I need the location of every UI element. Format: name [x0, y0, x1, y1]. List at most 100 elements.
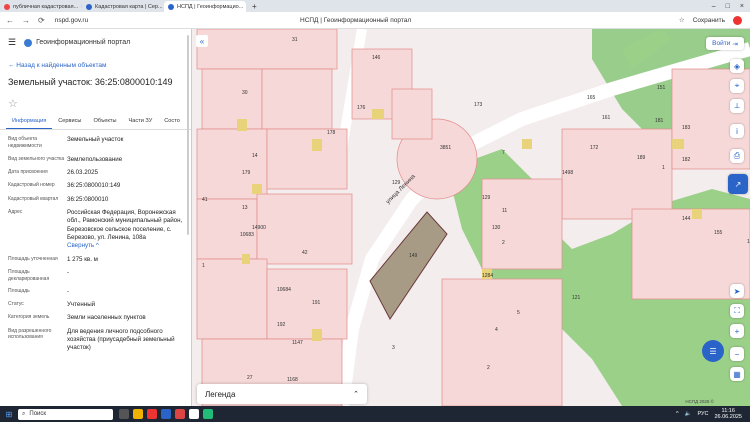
browser-profile-icon[interactable] [733, 15, 742, 25]
url-field[interactable]: nspd.gov.ru [55, 17, 88, 24]
legend-panel[interactable]: Легенда ⌃ [197, 384, 367, 404]
back-icon[interactable]: ← [6, 16, 14, 25]
plot-number-label: 146 [372, 55, 381, 61]
clock[interactable]: 11:16 26.06.2025 [714, 408, 742, 420]
edge-icon[interactable] [161, 409, 171, 419]
plot-number-label: 183 [682, 125, 691, 131]
attributes-list: Вид объекта недвижимости Земельный участо… [0, 130, 191, 353]
plot-number-label: 173 [474, 102, 483, 108]
minimize-icon[interactable]: – [712, 3, 716, 10]
attribute-value: Земельный участок [67, 136, 124, 143]
attribute-value: - [67, 287, 70, 295]
map-canvas[interactable]: улица Ленина 313014617617817914134114900… [192, 29, 750, 406]
reload-icon[interactable]: ⟳ [38, 16, 45, 25]
browser-tab[interactable]: Кадастровая карта | Сер...× [82, 1, 164, 12]
plot-number-label: 179 [242, 170, 251, 176]
windows-start-icon[interactable]: ⊞ [0, 410, 18, 419]
tab-favicon-icon [4, 3, 10, 10]
tab-parts[interactable]: Части ЗУ [123, 118, 159, 129]
attribute-row: Вид объекта недвижимости Земельный участо… [8, 136, 183, 150]
object-title: Земельный участок: 36:25:0800010:149 [8, 77, 173, 87]
plot-number-label: 7 [502, 150, 505, 156]
plot-number-label: 191 [312, 300, 321, 306]
plot-number-label: 144 [682, 216, 691, 222]
window-controls: – □ × [712, 3, 750, 10]
attribute-row: Площадь декларированная - [8, 269, 183, 283]
chat-icon[interactable]: ☰ [702, 340, 724, 362]
tab-information[interactable]: Информация [6, 118, 53, 129]
attribute-key: Вид разрешенного использования [8, 327, 52, 341]
zoom-in-icon[interactable]: + [730, 324, 744, 338]
plot-number-label: 165 [587, 95, 596, 101]
plot-number-label: 30 [242, 90, 248, 96]
zoom-out-icon[interactable]: − [730, 347, 744, 361]
plot-number-label: 10683 [240, 232, 254, 238]
browser-tab-active[interactable]: НСПД | Геоинформацио...× [164, 1, 246, 12]
menu-icon[interactable]: ☰ [8, 37, 16, 48]
app-icon[interactable] [175, 409, 185, 419]
plot-number-label: 178 [327, 130, 336, 136]
task-view-icon[interactable] [119, 409, 129, 419]
save-button[interactable]: Сохранить [693, 17, 725, 24]
plot-number-label: 2 [487, 365, 490, 371]
navigate-icon[interactable]: ➤ [730, 284, 744, 298]
location-pin-icon[interactable]: ⌖ [730, 79, 744, 93]
map-type-icon[interactable]: ▦ [730, 367, 744, 381]
plot-number-label: 192 [277, 322, 286, 328]
bookmark-icon[interactable]: ☆ [679, 16, 685, 24]
app-icon[interactable] [203, 409, 213, 419]
ruler-icon[interactable]: ⟂ [730, 99, 744, 113]
portal-logo[interactable]: Геоинформационный портал [24, 38, 130, 47]
panel-header: ☰ Геоинформационный портал [0, 29, 191, 48]
print-icon[interactable]: ⎙ [730, 149, 744, 163]
favorite-star-icon[interactable]: ☆ [0, 87, 191, 110]
yandex-browser-icon[interactable] [147, 409, 157, 419]
login-button[interactable]: Войти ⇥ [706, 37, 744, 50]
language-indicator[interactable]: РУС [697, 411, 708, 417]
attribute-key: Площадь [8, 287, 30, 294]
search-placeholder: Поиск [29, 411, 47, 417]
volume-icon[interactable]: 🔈 [685, 411, 692, 417]
attribute-key: Вид объекта недвижимости [8, 136, 42, 149]
copyright-text: НСПД 2025 © [685, 399, 714, 404]
maximize-icon[interactable]: □ [726, 3, 730, 10]
plot-number-label: 176 [357, 105, 366, 111]
share-icon[interactable]: ↗ [728, 174, 748, 194]
plot-number-label: 42 [302, 250, 308, 256]
tab-services[interactable]: Сервисы [52, 118, 87, 129]
collapse-link[interactable]: Свернуть ^ [67, 242, 99, 249]
attribute-value: Земли населенных пунктов [67, 314, 146, 322]
attribute-key: Вид земельного участка [8, 155, 65, 162]
tab-state[interactable]: Состо [158, 118, 186, 129]
browser-tab[interactable]: публичная кадастровая...× [0, 1, 82, 12]
scrollbar[interactable] [187, 35, 189, 235]
system-tray: ^ 🔈 РУС 11:16 26.06.2025 [676, 408, 750, 420]
attribute-value: - [67, 269, 70, 277]
globe-icon [24, 38, 33, 47]
attribute-key: Кадастровый квартал [8, 195, 59, 202]
tab-objects[interactable]: Объекты [87, 118, 122, 129]
attribute-row: Категория земель Земли населенных пунктов [8, 314, 183, 322]
attribute-row: Адрес Российская Федерация, Воронежская о… [8, 209, 183, 251]
plot-number-label: 149 [409, 253, 418, 259]
back-to-results-link[interactable]: ← Назад к найденным объектам [0, 48, 191, 69]
close-window-icon[interactable]: × [740, 3, 744, 10]
attribute-value: 36:25:0800010:149 [67, 182, 121, 190]
forward-icon[interactable]: → [22, 16, 30, 25]
plot-number-label: 1284 [482, 273, 493, 279]
tray-chevron-icon[interactable]: ^ [676, 411, 679, 417]
plot-number-label: 151 [657, 85, 666, 91]
file-explorer-icon[interactable] [133, 409, 143, 419]
taskbar-search[interactable]: ⌕ Поиск [18, 408, 113, 420]
app-icon[interactable] [189, 409, 199, 419]
attribute-row: Вид земельного участка Землепользование [8, 156, 183, 164]
plot-number-label: 1147 [292, 340, 303, 346]
new-tab-button[interactable]: + [246, 2, 263, 11]
attribute-value: 1 275 кв. м [67, 255, 98, 263]
fullscreen-icon[interactable]: ⛶ [730, 304, 744, 318]
clock-date: 26.06.2025 [714, 414, 742, 420]
cadastral-map[interactable]: улица Ленина 31 30 146 176 178 179 14 13 41 14900… [192, 29, 750, 406]
layers-icon[interactable]: ◈ [730, 59, 744, 73]
collapse-panel-button[interactable]: « [196, 35, 208, 47]
info-icon[interactable]: i [730, 124, 744, 138]
